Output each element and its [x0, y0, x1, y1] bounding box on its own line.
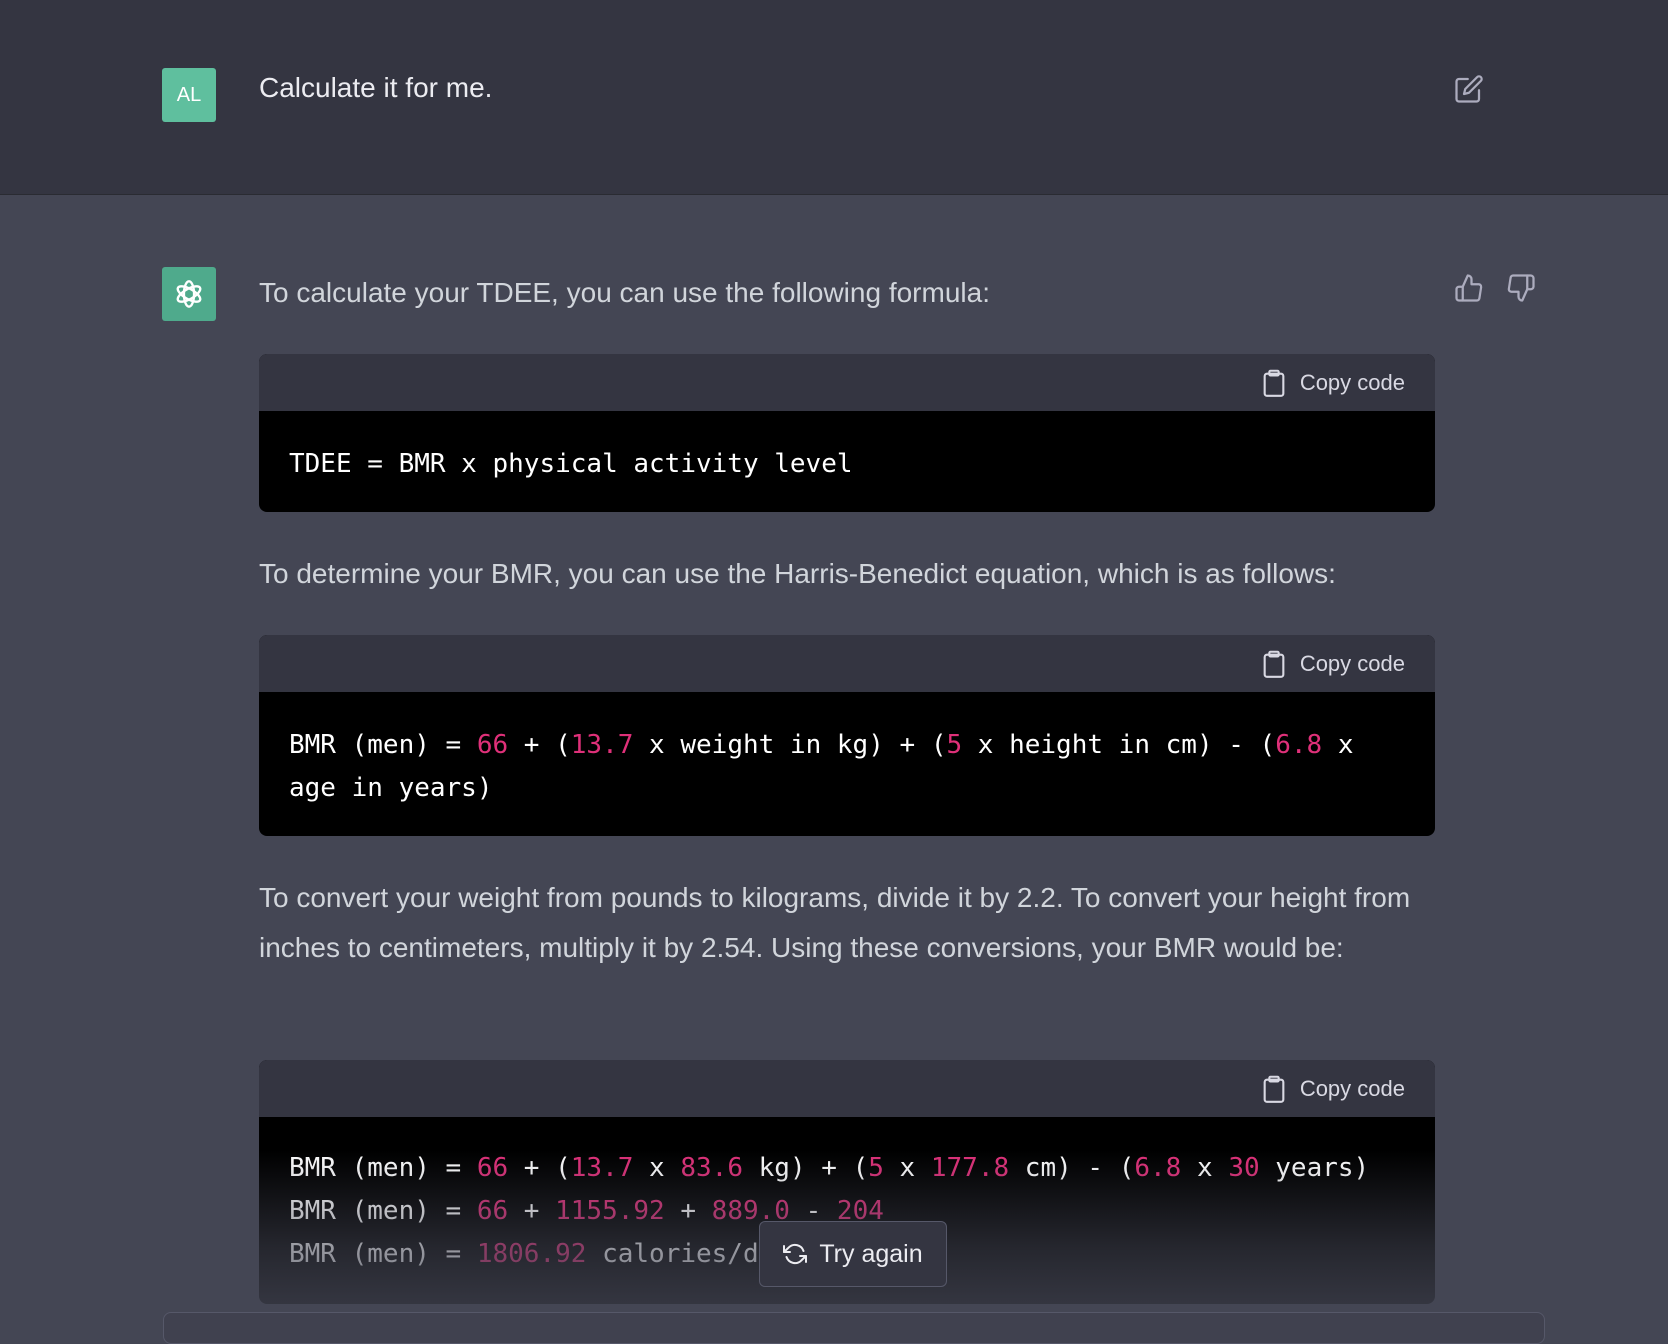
code-token: cm) - ( [1009, 1153, 1135, 1183]
code-number: 5 [868, 1153, 884, 1183]
code-number: 13.7 [570, 1153, 634, 1183]
clipboard-icon [1263, 1075, 1285, 1103]
code-block-header: Copy code [259, 635, 1435, 692]
copy-code-button[interactable]: Copy code [1262, 1060, 1405, 1117]
copy-code-label: Copy code [1299, 1075, 1405, 1101]
try-again-button[interactable]: Try again [759, 1221, 947, 1287]
user-avatar-initials: AL [176, 83, 202, 106]
message-input-box[interactable] [163, 1312, 1545, 1344]
thumbs-up-button[interactable] [1453, 272, 1485, 304]
code-token: + [664, 1196, 712, 1226]
code-token: x [1181, 1153, 1229, 1183]
code-line: TDEE = BMR x physical activity level [289, 449, 853, 479]
code-content: BMR (men) = 66 + (13.7 x weight in kg) +… [259, 692, 1435, 836]
clipboard-icon [1263, 650, 1285, 678]
code-token: + ( [508, 1153, 571, 1183]
openai-logo-icon [176, 280, 202, 308]
assistant-paragraph-1: To calculate your TDEE, you can use the … [259, 277, 990, 308]
refresh-icon [783, 1243, 808, 1265]
copy-code-button[interactable]: Copy code [1262, 354, 1405, 411]
code-token: x [883, 1153, 931, 1183]
user-message-text: Calculate it for me. [259, 72, 493, 103]
code-number: 66 [476, 1153, 509, 1183]
code-content: TDEE = BMR x physical activity level [259, 411, 1435, 512]
thumbs-down-button[interactable] [1505, 272, 1537, 304]
code-token: kg) + ( [743, 1153, 869, 1183]
user-avatar: AL [162, 68, 216, 122]
code-number: 177.8 [930, 1153, 1010, 1183]
assistant-paragraph-2: To determine your BMR, you can use the H… [259, 558, 1336, 589]
code-block-header: Copy code [259, 1060, 1435, 1117]
thumbs-down-icon [1507, 274, 1535, 302]
code-number: 6.8 [1275, 730, 1323, 760]
assistant-avatar [162, 267, 216, 321]
code-token: + [508, 1196, 556, 1226]
code-token: years) [1259, 1153, 1370, 1183]
code-number: 5 [946, 730, 963, 760]
copy-code-label: Copy code [1299, 650, 1405, 676]
code-token: BMR (men) = [289, 1239, 477, 1269]
code-block-1: Copy code TDEE = BMR x physical activity… [259, 354, 1435, 512]
assistant-paragraph-3: To convert your weight from pounds to ki… [259, 882, 1411, 963]
code-number: 66 [476, 730, 509, 760]
thumbs-up-icon [1455, 274, 1483, 302]
code-number: 1806.92 [476, 1239, 587, 1269]
code-number: 83.6 [680, 1153, 743, 1183]
code-number: 1155.92 [555, 1196, 665, 1226]
try-again-label: Try again [819, 1239, 923, 1268]
code-number: 6.8 [1134, 1153, 1182, 1183]
code-token: x [633, 1153, 681, 1183]
code-token: x weight in kg) + ( [633, 730, 947, 760]
code-token: BMR (men) = [289, 730, 477, 760]
code-line: BMR (men) = 66 + (13.7 x 83.6 kg) + (5 x… [289, 1147, 1405, 1190]
copy-code-button[interactable]: Copy code [1262, 635, 1405, 692]
code-number: 66 [476, 1196, 509, 1226]
code-token: + ( [508, 730, 571, 760]
code-block-header: Copy code [259, 354, 1435, 411]
code-token: BMR (men) = [289, 1196, 477, 1226]
code-token: x height in cm) - ( [962, 730, 1276, 760]
code-token: BMR (men) = [289, 1153, 477, 1183]
edit-icon [1455, 75, 1483, 103]
edit-message-button[interactable] [1453, 73, 1485, 105]
code-number: 13.7 [570, 730, 634, 760]
code-block-2: Copy code BMR (men) = 66 + (13.7 x weigh… [259, 635, 1435, 836]
user-message-row: AL Calculate it for me. [0, 0, 1668, 195]
clipboard-icon [1263, 369, 1285, 397]
code-number: 30 [1228, 1153, 1260, 1183]
copy-code-label: Copy code [1299, 369, 1405, 395]
